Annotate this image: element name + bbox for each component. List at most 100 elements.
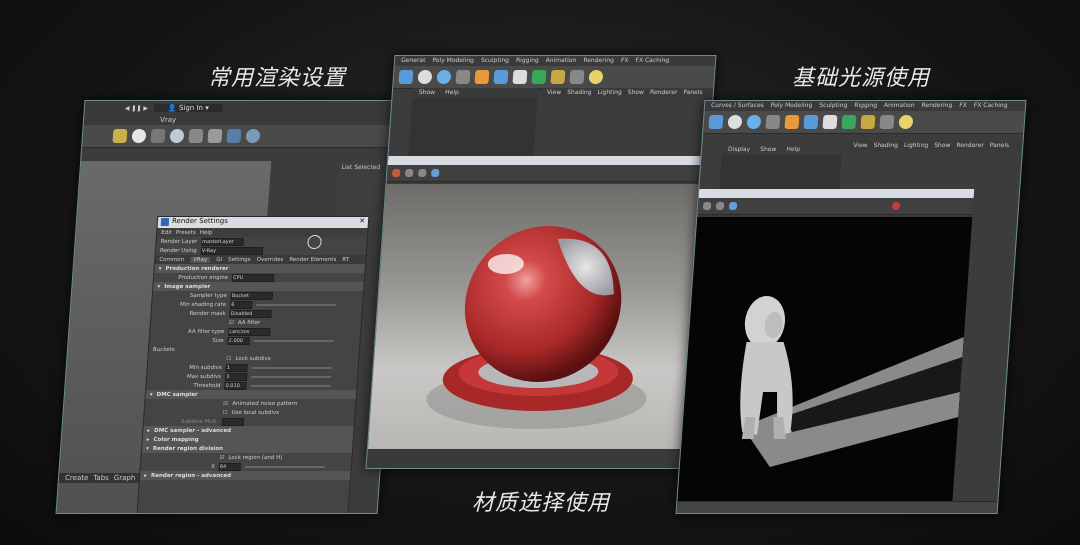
- aa-filter-type-select[interactable]: Lanczos: [228, 327, 271, 336]
- menu-panels[interactable]: Panels: [683, 89, 703, 97]
- select-icon[interactable]: [398, 70, 414, 84]
- playback-controls[interactable]: ◀ ❚❚ ▶: [125, 105, 149, 112]
- aa-filter-checkbox[interactable]: ☑: [229, 320, 234, 326]
- x-input[interactable]: 64: [218, 462, 242, 471]
- menu-panels[interactable]: Panels: [989, 142, 1010, 150]
- menu-create[interactable]: Create: [65, 474, 89, 482]
- menu-fx[interactable]: FX: [959, 102, 967, 110]
- spotlight-icon[interactable]: [512, 70, 528, 84]
- stop-icon[interactable]: [891, 202, 901, 210]
- tab-settings[interactable]: Settings: [228, 257, 251, 263]
- section-render-region[interactable]: ▾ Render region division: [141, 444, 353, 453]
- min-shading-input[interactable]: 6: [229, 300, 253, 309]
- sampler-type-select[interactable]: Bucket: [230, 291, 274, 300]
- menu-fx-caching[interactable]: FX Caching: [635, 57, 669, 65]
- animated-noise-checkbox[interactable]: ☑: [223, 401, 228, 407]
- menu-renderer[interactable]: Renderer: [956, 142, 984, 150]
- section-color-mapping[interactable]: ▸ Color mapping: [142, 435, 354, 444]
- sphere-icon[interactable]: [131, 129, 147, 143]
- render-mask-select[interactable]: Disabled: [229, 309, 272, 318]
- shader-icon[interactable]: [765, 115, 781, 129]
- threshold-slider[interactable]: [250, 384, 331, 387]
- menu-lighting[interactable]: Lighting: [597, 89, 622, 97]
- menu-help[interactable]: Help: [445, 89, 459, 97]
- display-icon[interactable]: [728, 202, 738, 210]
- render-icon[interactable]: [391, 169, 401, 177]
- light-icon[interactable]: [898, 115, 914, 129]
- menu-animation[interactable]: Animation: [884, 102, 915, 110]
- render-using-select[interactable]: V-Ray: [200, 246, 263, 255]
- side-tab-list[interactable]: List: [342, 164, 353, 171]
- section-production-renderer[interactable]: ▾ Production renderer: [154, 264, 366, 273]
- menu-fx[interactable]: FX: [621, 57, 629, 65]
- tab-vray[interactable]: Vray: [160, 116, 177, 124]
- max-subdivs-slider[interactable]: [251, 375, 332, 378]
- box-icon[interactable]: [860, 115, 876, 129]
- close-icon[interactable]: ✕: [359, 217, 365, 225]
- render-icon[interactable]: [702, 202, 712, 210]
- menu-show[interactable]: Show: [627, 89, 644, 97]
- sign-in-button[interactable]: 👤 Sign In ▾: [153, 104, 224, 112]
- tab-overrides[interactable]: Overrides: [256, 257, 283, 263]
- menu-fx-caching[interactable]: FX Caching: [973, 102, 1008, 110]
- subdivs-mult-input[interactable]: [221, 417, 245, 426]
- menu-tabs[interactable]: Tabs: [93, 474, 109, 482]
- menu-sculpting[interactable]: Sculpting: [481, 57, 510, 65]
- min-subdivs-input[interactable]: 1: [225, 363, 249, 372]
- sphere-icon[interactable]: [436, 70, 452, 84]
- section-image-sampler[interactable]: ▾ Image sampler: [153, 282, 364, 291]
- menu-help[interactable]: Help: [786, 146, 800, 154]
- menu-shading[interactable]: Shading: [567, 89, 592, 97]
- select-icon[interactable]: [708, 115, 724, 129]
- render-layer-select[interactable]: masterLayer: [200, 237, 244, 246]
- menu-rigging[interactable]: Rigging: [516, 57, 539, 65]
- cube-icon[interactable]: [879, 115, 895, 129]
- x-slider[interactable]: [244, 465, 325, 468]
- cone-icon[interactable]: [531, 70, 547, 84]
- size-slider[interactable]: [253, 339, 334, 342]
- time-icon[interactable]: [727, 115, 743, 129]
- menu-rendering[interactable]: Rendering: [921, 102, 952, 110]
- menu-poly-modeling[interactable]: Poly Modeling: [432, 57, 474, 65]
- menu-view[interactable]: View: [547, 89, 562, 97]
- sphere-icon[interactable]: [746, 115, 762, 129]
- size-input[interactable]: 2.000: [227, 336, 250, 345]
- window-icon[interactable]: [226, 129, 242, 143]
- max-subdivs-input[interactable]: 3: [224, 372, 248, 381]
- spotlight-icon[interactable]: [822, 115, 838, 129]
- cube-icon[interactable]: [569, 70, 585, 84]
- tab-gi[interactable]: GI: [216, 257, 222, 263]
- lamp-icon[interactable]: [112, 129, 128, 143]
- cone-icon[interactable]: [841, 115, 857, 129]
- timeline[interactable]: [676, 501, 998, 514]
- tab-render-elements[interactable]: Render Elements: [289, 257, 336, 263]
- display-icon[interactable]: [430, 169, 440, 177]
- menu-edit[interactable]: Edit: [161, 230, 172, 236]
- time-icon[interactable]: [417, 70, 433, 84]
- shader-icon[interactable]: [455, 70, 471, 84]
- frame-icon[interactable]: [207, 129, 223, 143]
- menu-sculpting[interactable]: Sculpting: [819, 102, 848, 110]
- min-shading-slider[interactable]: [256, 303, 337, 306]
- lock-subdivs-checkbox[interactable]: ☐: [226, 356, 231, 362]
- menu-show[interactable]: Show: [934, 142, 951, 150]
- menu-show[interactable]: Show: [760, 146, 777, 154]
- menu-show[interactable]: Show: [419, 89, 436, 97]
- menu-display[interactable]: Display: [728, 146, 751, 154]
- camera-icon[interactable]: [150, 129, 166, 143]
- render-icon[interactable]: [188, 129, 204, 143]
- menu-presets[interactable]: Presets: [176, 230, 196, 236]
- use-local-subdivs-checkbox[interactable]: ☐: [222, 410, 227, 416]
- ipr-icon[interactable]: [404, 169, 414, 177]
- frame-icon[interactable]: [493, 70, 509, 84]
- menu-rendering[interactable]: Rendering: [583, 57, 614, 65]
- ipr-icon[interactable]: [715, 202, 725, 210]
- fire-icon[interactable]: [784, 115, 800, 129]
- tab-rt[interactable]: RT: [342, 257, 349, 263]
- min-subdivs-slider[interactable]: [251, 366, 332, 369]
- menu-lighting[interactable]: Lighting: [904, 142, 929, 150]
- box-icon[interactable]: [550, 70, 566, 84]
- menu-renderer[interactable]: Renderer: [650, 89, 678, 97]
- menu-poly-modeling[interactable]: Poly Modeling: [770, 102, 813, 110]
- menu-view[interactable]: View: [853, 142, 868, 150]
